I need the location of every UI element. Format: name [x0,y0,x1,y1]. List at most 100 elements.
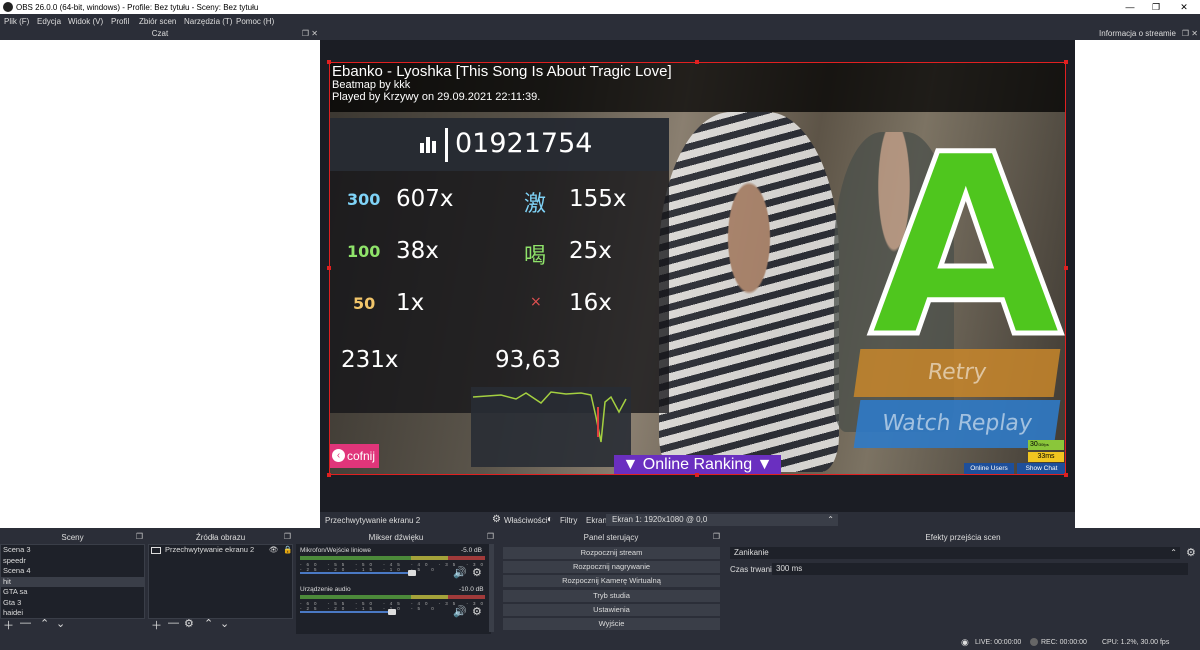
transitions-title: Efekty przejścia scen [726,531,1200,544]
hit300-count: 607x [396,186,454,212]
resize-handle[interactable] [1064,60,1068,64]
menu-tools[interactable]: Narzędzia (T) [184,17,232,26]
controls-title: Panel sterujący [500,531,722,544]
volume-slider[interactable] [300,611,395,613]
dock-float-icon[interactable]: ❐ [136,532,143,541]
back-button[interactable]: ‹ cofnij [329,444,379,468]
stream-info-panel[interactable] [1075,40,1200,528]
scene-item[interactable]: GTA sa [1,587,144,598]
settings-button[interactable]: Ustawienia [503,604,720,616]
move-down-icon[interactable]: ⌄ [56,617,65,630]
speaker-icon[interactable]: 🔊 [453,605,467,618]
move-down-icon[interactable]: ⌄ [220,617,229,630]
menu-help[interactable]: Pomoc (H) [236,17,274,26]
hit50-count: 1x [396,290,425,316]
dock-float-icon[interactable]: ❐ [284,532,291,541]
mixer-scrollbar[interactable] [489,544,494,632]
speaker-icon[interactable]: 🔊 [453,566,467,579]
volume-slider-knob[interactable] [388,609,396,615]
source-toolbar: Przechwytywanie ekranu 2 ⚙ Właściwości ◐… [320,512,1075,528]
retry-button[interactable]: Retry [853,349,1061,397]
duration-input[interactable]: 300 ms [772,563,1188,575]
preview-source-capture[interactable]: Ebanko - Lyoshka [This Song Is About Tra… [329,62,1066,475]
volume-slider-knob[interactable] [408,570,416,576]
gear-icon[interactable]: ⚙ [492,514,501,525]
max-combo: 231x [341,347,399,373]
chat-dock-title: Czat [0,28,320,40]
move-up-icon[interactable]: ⌃ [40,617,49,630]
gear-icon[interactable]: ⚙ [472,605,482,618]
dock-float-close-icon[interactable]: ❐ ✕ [1182,29,1198,38]
gear-icon[interactable]: ⚙ [472,566,482,579]
mixer-panel: Mikrofon/Wejście liniowe -5.0 dB -60 -55… [296,544,491,634]
dock-float-icon[interactable]: ❐ [487,532,494,541]
resize-handle[interactable] [695,60,699,64]
studio-mode-button[interactable]: Tryb studia [503,590,720,602]
mixer-channel-db: -5.0 dB [461,547,482,554]
close-button[interactable]: ✕ [1172,1,1196,13]
resize-handle[interactable] [1064,266,1068,270]
dock-float-icon[interactable]: ❐ [713,532,720,541]
resize-handle[interactable] [327,60,331,64]
audio-mixer-dock: Mikser dźwięku ❐ Mikrofon/Wejście liniow… [296,531,496,634]
scene-item[interactable]: speedr [1,556,144,567]
menu-edit[interactable]: Edycja [37,17,61,26]
online-ranking-button[interactable]: ▼ Online Ranking ▼ [614,455,781,475]
minimize-button[interactable]: — [1118,1,1142,13]
source-item[interactable]: Przechwytywanie ekranu 2 👁 🔒 [149,545,292,556]
move-up-icon[interactable]: ⌃ [204,617,213,630]
scene-item[interactable]: hit [1,576,144,587]
scene-item[interactable]: Scena 4 [1,566,144,577]
scene-item[interactable]: Gta 3 [1,598,144,609]
lock-icon[interactable]: 🔒 [283,545,292,556]
obs-logo-icon [3,2,13,12]
start-virtual-camera-button[interactable]: Rozpocznij Kamerę Wirtualną [503,575,720,587]
duration-value: 300 ms [776,564,803,573]
screen-select-value: Ekran 1: 1920x1080 @ 0,0 [612,515,708,524]
menu-profile[interactable]: Profil [111,17,129,26]
mixer-channel-name: Urządzenie audio [300,586,351,593]
sources-list[interactable]: Przechwytywanie ekranu 2 👁 🔒 [148,544,293,619]
add-source-icon[interactable]: ＋ [151,617,162,633]
eye-icon[interactable]: 👁 [269,545,279,556]
menu-scene-collection[interactable]: Zbiór scen [139,17,176,26]
resize-handle[interactable] [1064,473,1068,477]
filter-icon[interactable]: ◐ [547,514,553,525]
menu-view[interactable]: Widok (V) [68,17,103,26]
chat-panel[interactable] [0,40,320,528]
katu-count: 25x [569,238,612,264]
properties-button[interactable]: Właściwości [504,516,548,525]
photo-person [659,112,839,472]
screen-select[interactable]: Ekran 1: 1920x1080 @ 0,0 ⌃ [606,514,838,526]
transition-select[interactable]: Zanikanie ⌃ [730,547,1180,559]
menu-bar: Plik (F) Edycja Widok (V) Profil Zbiór s… [0,14,1200,28]
scenes-list[interactable]: Scena 3 speedr Scena 4 hit GTA sa Gta 3 … [0,544,145,619]
resize-handle[interactable] [327,473,331,477]
show-chat-button[interactable]: Show Chat [1017,463,1066,475]
gear-icon[interactable]: ⚙ [1186,546,1196,559]
resize-handle[interactable] [695,473,699,477]
divider [445,128,448,162]
maximize-button[interactable]: ❐ [1144,1,1168,13]
miss-label: × [530,294,542,310]
start-recording-button[interactable]: Rozpocznij nagrywanie [503,561,720,573]
duration-label: Czas trwania [730,565,777,574]
remove-source-icon[interactable]: — [168,617,179,629]
online-users-button[interactable]: Online Users [964,463,1014,475]
add-scene-icon[interactable]: ＋ [3,617,14,633]
start-stream-button[interactable]: Rozpocznij stream [503,547,720,559]
scene-item[interactable]: Scena 3 [1,545,144,556]
status-bar: ◉ LIVE: 00:00:00 REC: 00:00:00 CPU: 1.2%… [0,636,1200,650]
miss-count: 16x [569,290,612,316]
filters-button[interactable]: Filtry [560,516,577,525]
chat-dock: Czat ❐ ✕ [0,28,320,528]
volume-slider[interactable] [300,572,415,574]
resize-handle[interactable] [327,266,331,270]
source-item-label: Przechwytywanie ekranu 2 [165,545,255,554]
dock-float-close-icon[interactable]: ❐ ✕ [302,29,318,38]
sources-title: Źródła obrazu [148,531,293,544]
exit-button[interactable]: Wyjście [503,618,720,630]
menu-file[interactable]: Plik (F) [4,17,29,26]
source-settings-icon[interactable]: ⚙ [184,617,194,630]
remove-scene-icon[interactable]: — [20,617,31,629]
